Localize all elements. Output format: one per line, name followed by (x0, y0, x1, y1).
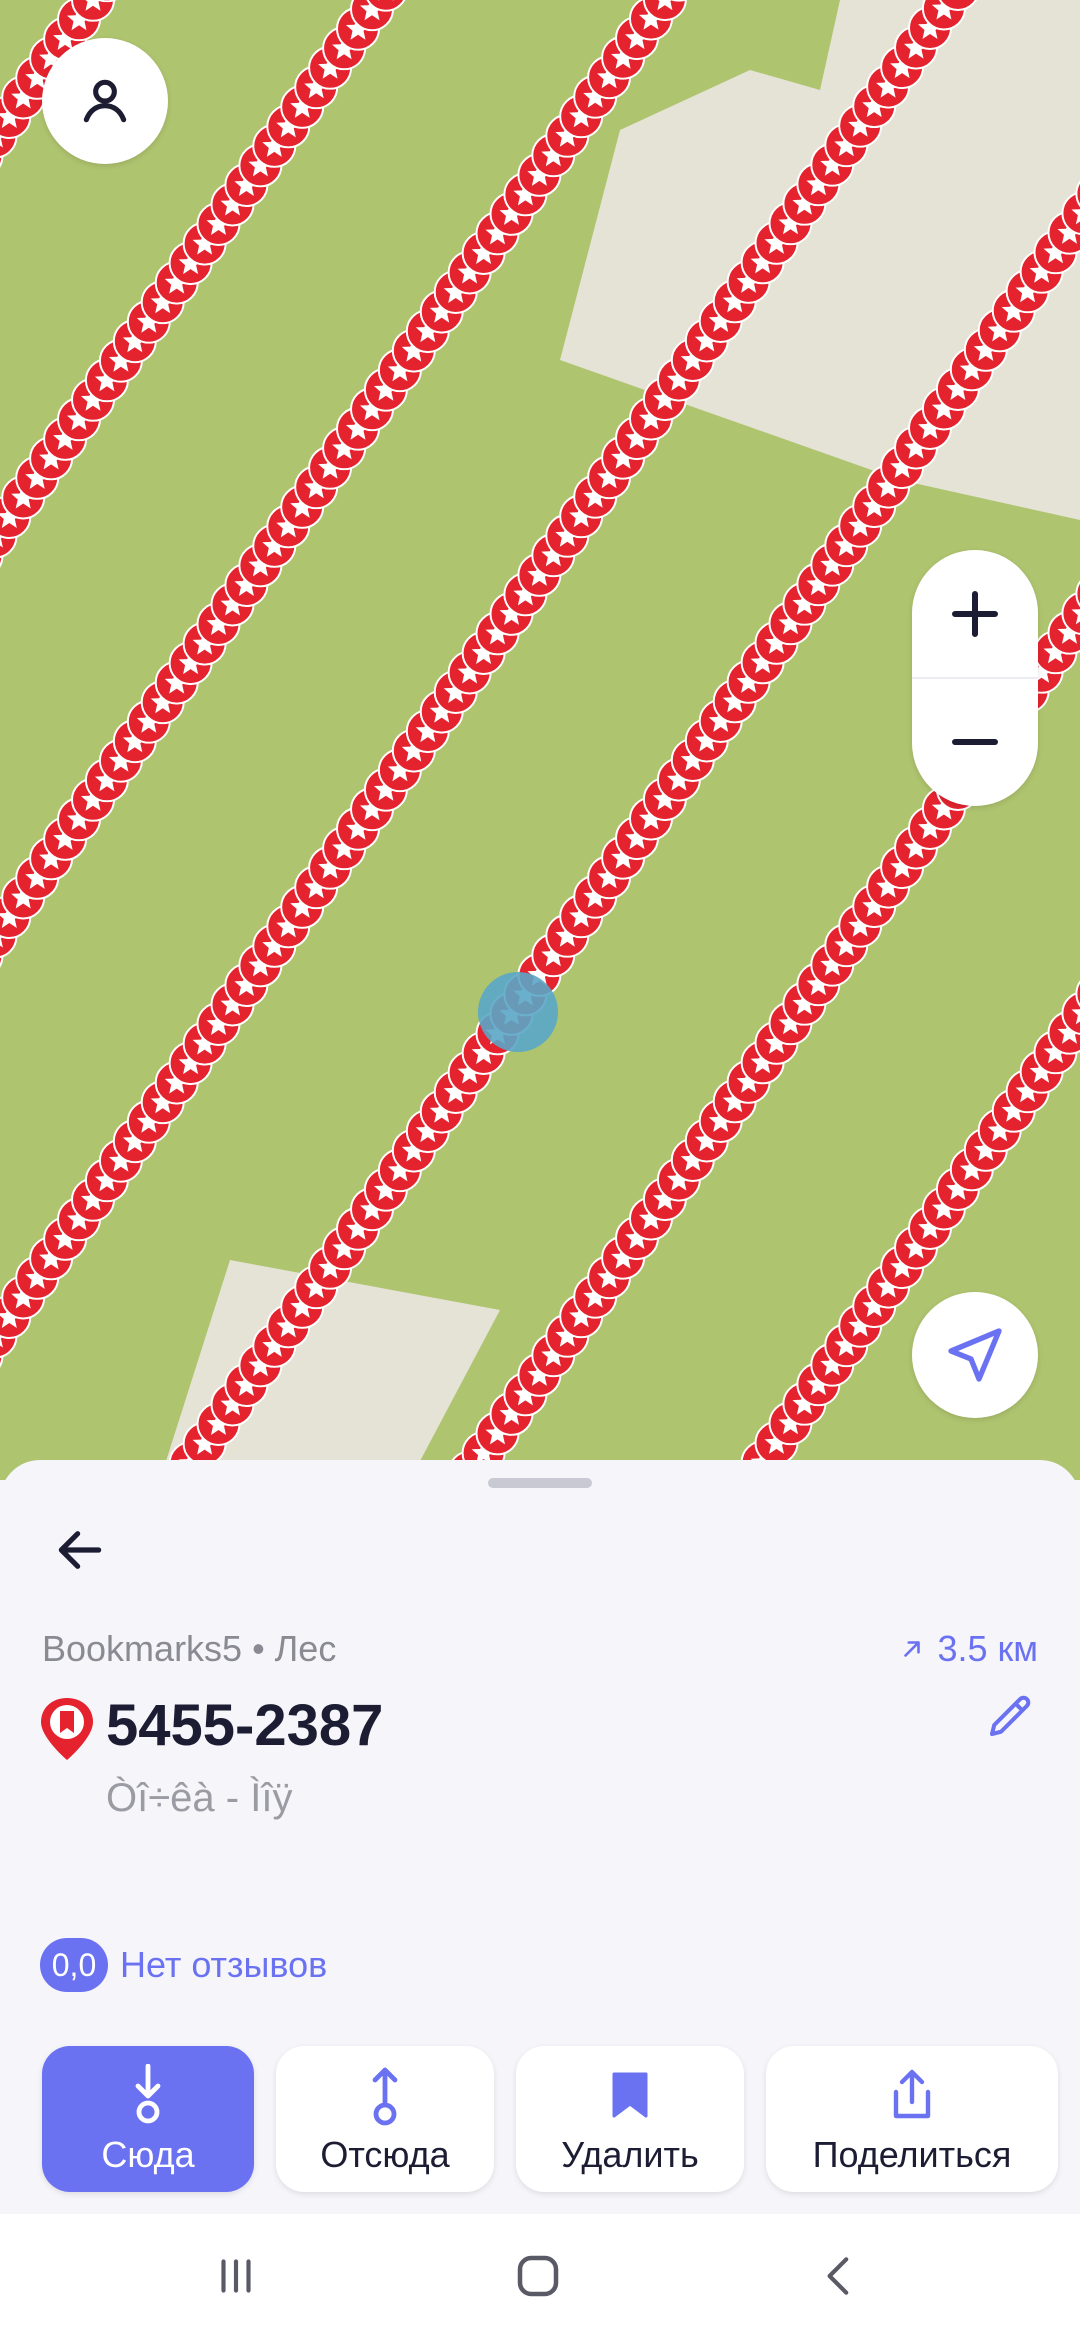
distance-value: 3.5 км (937, 1628, 1038, 1669)
rating-row[interactable]: 0,0 Нет отзывов (40, 1938, 327, 1992)
back-icon (827, 2257, 849, 2295)
person-icon (83, 79, 127, 123)
recent-apps-button[interactable] (176, 2236, 296, 2316)
navigation-arrow-icon (948, 1328, 1002, 1382)
back-button[interactable] (40, 1510, 120, 1590)
bookmark-pin-icon (41, 1698, 93, 1760)
zoom-out-button[interactable] (912, 678, 1038, 806)
pencil-icon (989, 1695, 1031, 1737)
delete-bookmark-label: Удалить (561, 2134, 699, 2175)
my-location-button[interactable] (912, 1292, 1038, 1418)
route-from-label: Отсюда (320, 2134, 450, 2175)
share-label: Поделиться (812, 2134, 1012, 2175)
home-button[interactable] (478, 2236, 598, 2316)
place-description: Òî÷êà - Ìîÿ (106, 1776, 293, 1820)
place-card-sheet: Bookmarks5 • Лес 3.5 км 5455-2387 Òî÷êà … (0, 1460, 1080, 2214)
home-icon (517, 2255, 559, 2297)
zoom-controls (912, 550, 1038, 806)
reviews-link[interactable]: Нет отзывов (120, 1944, 327, 1986)
edit-button[interactable] (978, 1684, 1042, 1748)
delete-bookmark-button[interactable]: Удалить (516, 2046, 744, 2192)
route-to-button[interactable]: Сюда (42, 2046, 254, 2192)
route-to-label: Сюда (101, 2134, 195, 2175)
system-back-button[interactable] (780, 2236, 900, 2316)
zoom-in-button[interactable] (912, 550, 1038, 678)
route-to-icon (135, 2064, 161, 2124)
profile-button[interactable] (42, 38, 168, 164)
arrow-up-right-icon (904, 1641, 921, 1657)
arrow-left-icon (58, 1531, 102, 1569)
rating-badge: 0,0 (40, 1938, 108, 1992)
map-view[interactable] (0, 0, 1080, 1480)
share-button[interactable]: Поделиться (766, 2046, 1058, 2192)
place-category: Bookmarks5 • Лес (42, 1628, 337, 1669)
location-accuracy-dot (478, 972, 558, 1052)
bookmark-icon (612, 2072, 648, 2118)
plus-icon (952, 591, 998, 637)
sheet-grabber[interactable] (488, 1478, 592, 1488)
place-title: 5455-2387 (106, 1693, 384, 1758)
route-from-icon (372, 2067, 398, 2126)
recent-apps-icon (221, 2259, 251, 2293)
distance-info: 3.5 км (899, 1628, 1038, 1670)
route-from-button[interactable]: Отсюда (276, 2046, 494, 2192)
system-navigation-bar (0, 2214, 1080, 2338)
minus-icon (952, 739, 998, 745)
share-icon (893, 2069, 931, 2119)
